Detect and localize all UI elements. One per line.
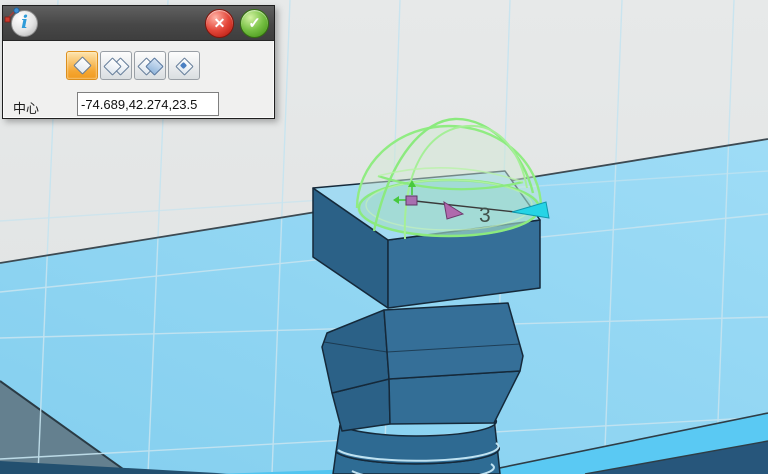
sphere-input-dialog: i ✕ ✓ 中心: [2, 5, 275, 119]
mid-block-right-face: [384, 303, 523, 379]
diamond-icon: [73, 56, 91, 74]
center-field-label: 中心: [13, 98, 39, 117]
center-coordinate-input[interactable]: [77, 92, 219, 116]
filter-two-points-button[interactable]: [100, 51, 132, 80]
dialog-titlebar[interactable]: i ✕ ✓: [3, 6, 274, 41]
filter-point-pair-button[interactable]: [134, 51, 166, 80]
radius-value-label: 3: [479, 204, 491, 227]
ok-button[interactable]: ✓: [240, 9, 269, 38]
point-picker-icon[interactable]: [3, 6, 21, 24]
filter-between-points-button[interactable]: [168, 51, 200, 80]
cancel-button[interactable]: ✕: [205, 9, 234, 38]
cad-3d-viewport[interactable]: 3 i ✕ ✓ 中心: [0, 0, 768, 474]
filter-single-point-button[interactable]: [66, 51, 98, 80]
